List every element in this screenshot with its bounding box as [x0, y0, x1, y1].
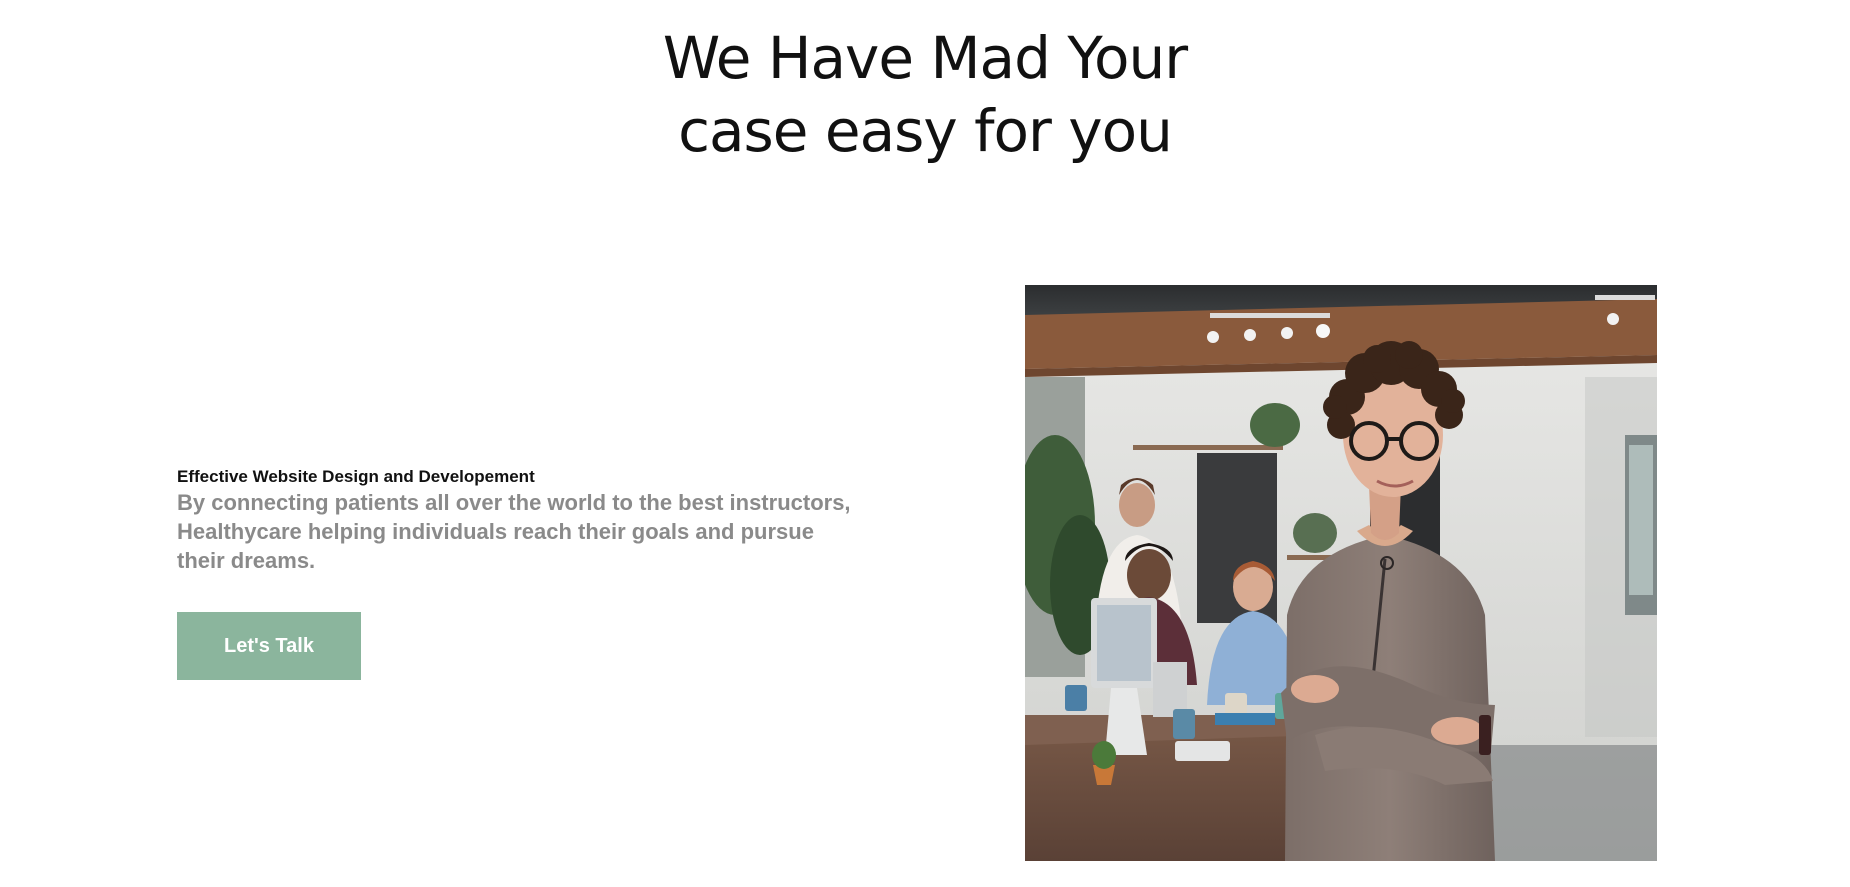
page-title-line-2: case easy for you: [678, 97, 1173, 165]
section-description: By connecting patients all over the worl…: [177, 490, 851, 573]
photo-illustration: [1025, 285, 1657, 861]
page-title: We Have Mad Your case easy for you: [0, 22, 1850, 168]
section-eyebrow: Effective Website Design and Developemen…: [177, 467, 535, 486]
page-title-line-1: We Have Mad Your: [662, 24, 1188, 92]
intro-section: Effective Website Design and Developemen…: [177, 466, 867, 575]
office-team-photo: [1025, 285, 1657, 861]
lets-talk-button[interactable]: Let's Talk: [177, 612, 361, 680]
